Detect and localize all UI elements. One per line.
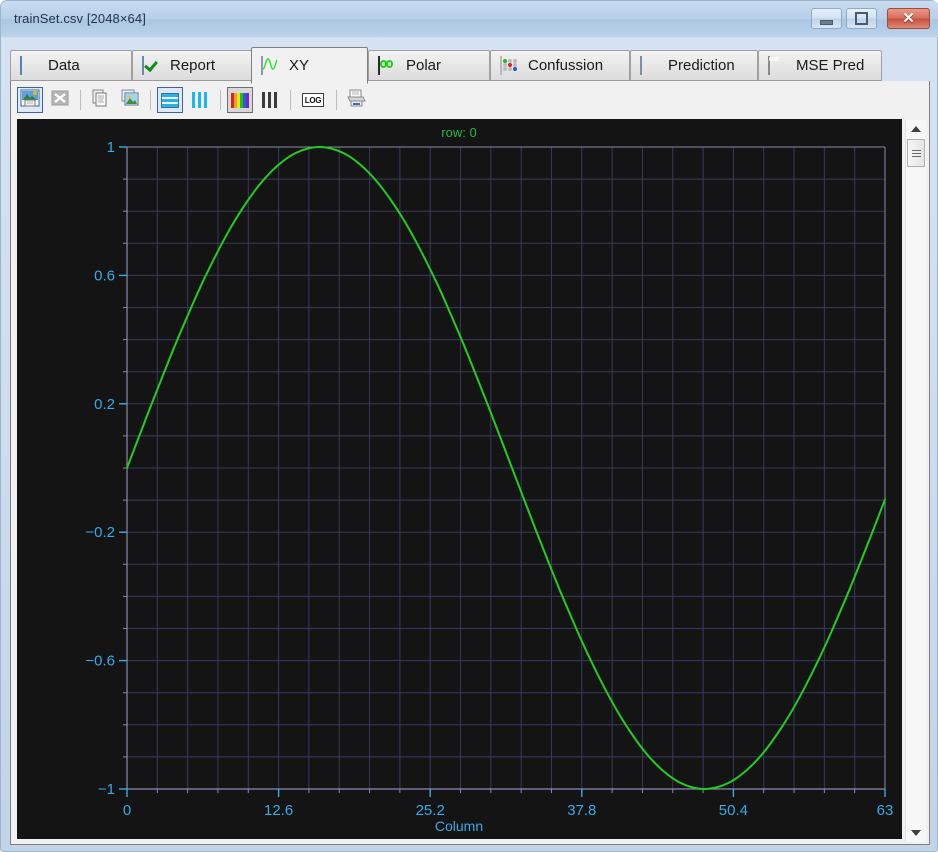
plot-panel: 0 12.6 25.2 37.8 50.4 63 1 0.6 0.2 −0.2 −0.6 −1 ro… [10, 119, 930, 845]
prediction-grid-icon [640, 55, 660, 75]
scroll-up-button[interactable] [906, 120, 926, 138]
x-tick-label: 63 [877, 802, 894, 819]
tab-label: Confussion [528, 57, 604, 74]
y-tick-label: 1 [107, 139, 115, 156]
gray-bars-icon [262, 92, 278, 108]
window-title: trainSet.csv [2048×64] [14, 11, 146, 26]
chevron-up-icon [911, 126, 921, 132]
xy-waveform-icon [261, 55, 281, 75]
color-bars-icon [231, 92, 249, 108]
toolbar-separator [220, 90, 221, 110]
color-palette-button[interactable] [227, 87, 253, 113]
tab-label: MSE Pred [796, 57, 865, 74]
export-excel-button[interactable] [47, 87, 73, 113]
polar-plot-icon [378, 55, 398, 75]
chart-svg: 0 12.6 25.2 37.8 50.4 63 1 0.6 0.2 −0.2 −0.6 −1 ro… [17, 119, 902, 839]
x-tick-label: 0 [123, 802, 131, 819]
tab-strip: Data Report XY Polar Confussion Predicti… [10, 47, 930, 84]
toolbar-separator [150, 90, 151, 110]
printer-icon [345, 89, 367, 112]
minimize-button[interactable] [811, 8, 842, 29]
y-tick-label: −0.2 [85, 524, 115, 541]
save-image-icon [20, 89, 40, 112]
chart-background [17, 119, 902, 839]
tab-confussion[interactable]: Confussion [490, 50, 630, 81]
chart-x-axis-label: Column [435, 818, 483, 834]
application-window: trainSet.csv [2048×64] ✕ Data Report XY … [0, 0, 938, 852]
title-bar[interactable]: trainSet.csv [2048×64] ✕ [1, 1, 938, 37]
maximize-icon [847, 9, 876, 28]
x-tick-label: 25.2 [416, 802, 445, 819]
checkmark-icon [142, 55, 162, 75]
mse-grid-icon: MSE [768, 55, 788, 75]
excel-export-icon [50, 89, 70, 112]
tab-label: Prediction [668, 57, 735, 74]
scroll-down-button[interactable] [906, 824, 926, 842]
y-tick-label: −1 [98, 781, 115, 798]
grayscale-palette-button[interactable] [257, 87, 283, 113]
tab-label: XY [289, 57, 310, 74]
horizontal-bars-button[interactable] [157, 87, 183, 113]
vertical-scrollbar[interactable] [905, 120, 926, 842]
y-tick-label: 0.2 [94, 396, 115, 413]
close-icon: ✕ [902, 10, 915, 27]
toolbar: LOG [10, 81, 930, 119]
minimize-icon [812, 9, 841, 28]
copy-image-button[interactable] [117, 87, 143, 113]
toolbar-separator [290, 90, 291, 110]
close-button[interactable]: ✕ [887, 8, 930, 29]
log-scale-button[interactable]: LOG [297, 87, 329, 113]
tab-report[interactable]: Report [132, 50, 254, 81]
y-tick-label: −0.6 [85, 653, 115, 670]
tab-label: Polar [406, 57, 442, 74]
chart-gridlines [126, 146, 886, 790]
copy-pages-icon [90, 89, 110, 112]
copy-data-button[interactable] [87, 87, 113, 113]
copy-image-icon [120, 89, 140, 112]
print-button[interactable] [343, 87, 369, 113]
x-tick-label: 37.8 [567, 802, 596, 819]
xy-chart[interactable]: 0 12.6 25.2 37.8 50.4 63 1 0.6 0.2 −0.2 −0.6 −1 ro… [17, 119, 902, 839]
x-tick-label: 50.4 [719, 802, 748, 819]
save-image-button[interactable] [17, 87, 43, 113]
chart-title: row: 0 [441, 125, 476, 140]
chevron-down-icon [911, 830, 921, 836]
vertical-bars-icon [192, 92, 208, 108]
tab-label: Report [170, 57, 216, 74]
horizontal-bars-icon [161, 92, 179, 108]
vertical-bars-button[interactable] [187, 87, 213, 113]
x-tick-label: 12.6 [264, 802, 293, 819]
tab-label: Data [48, 57, 80, 74]
grip-icon [911, 149, 921, 157]
scrollbar-thumb[interactable] [907, 139, 925, 167]
toolbar-separator [336, 90, 337, 110]
confusion-dots-icon [500, 55, 520, 75]
maximize-button[interactable] [846, 8, 877, 29]
tab-prediction[interactable]: Prediction [630, 50, 758, 81]
log-icon: LOG [302, 93, 324, 107]
tab-mse-pred[interactable]: MSE MSE Pred [758, 50, 882, 81]
toolbar-separator [80, 90, 81, 110]
tab-xy[interactable]: XY [251, 47, 368, 84]
table-grid-icon [20, 55, 40, 75]
tab-polar[interactable]: Polar [368, 50, 490, 81]
y-tick-label: 0.6 [94, 267, 115, 284]
tab-data[interactable]: Data [10, 50, 132, 81]
